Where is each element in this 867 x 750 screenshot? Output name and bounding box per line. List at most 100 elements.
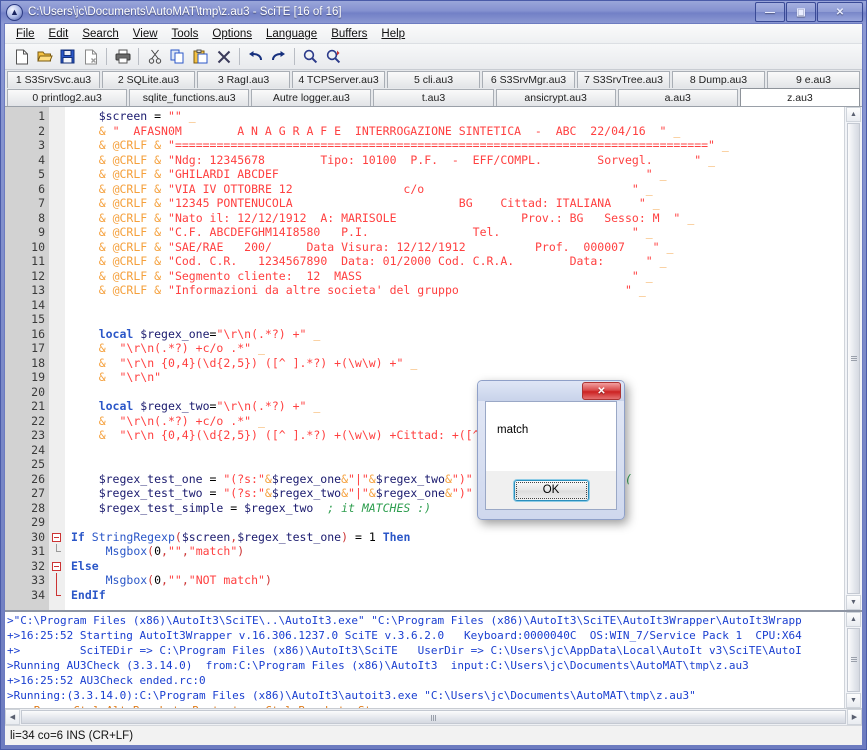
hscroll-thumb[interactable] [21, 710, 846, 724]
code-line[interactable]: $screen = "" _ [71, 109, 844, 124]
code-line[interactable] [71, 443, 844, 458]
code-line[interactable]: & @CRLF & "Segmento cliente: 12 MASS " _ [71, 269, 844, 284]
hscroll-left-arrow[interactable]: ◀ [5, 709, 20, 725]
tab-cli[interactable]: 5 cli.au3 [387, 71, 480, 88]
copy-icon[interactable] [166, 46, 189, 67]
code-line[interactable]: local $regex_one="\r\n(.*?) +" _ [71, 327, 844, 342]
tab-sqlite-functions[interactable]: sqlite_functions.au3 [129, 89, 250, 106]
fold-toggle-icon[interactable] [52, 561, 61, 571]
fold-row [49, 370, 65, 385]
new-file-icon[interactable] [10, 46, 33, 67]
output-vertical-scrollbar[interactable]: ▲ ▼ [844, 612, 862, 708]
tab-e[interactable]: 9 e.au3 [767, 71, 860, 88]
hscroll-right-arrow[interactable]: ▶ [847, 709, 862, 725]
code-line[interactable]: $regex_test_simple = $regex_two ; it MAT… [71, 501, 844, 516]
output-text[interactable]: >"C:\Program Files (x86)\AutoIt3\SciTE\.… [5, 612, 844, 708]
code-line[interactable]: $regex_test_two = "(?s:"&$regex_two&"|"&… [71, 486, 844, 501]
code-line[interactable]: & @CRLF & "C.F. ABCDEFGHM14I8580 P.I. Te… [71, 225, 844, 240]
code-line[interactable]: $regex_test_one = "(?s:"&$regex_one&"|"&… [71, 472, 844, 487]
redo-icon[interactable] [267, 46, 290, 67]
scroll-down-arrow[interactable]: ▼ [846, 595, 861, 610]
tab-z[interactable]: z.au3 [739, 88, 860, 106]
code-line[interactable]: & @CRLF & "=============================… [71, 138, 844, 153]
code-line[interactable]: & "\r\n {0,4}(\d{2,5}) ([^ ].*?) +(\w\w)… [71, 356, 844, 371]
code-line[interactable]: & @CRLF & "GHILARDI ABCDEF " _ [71, 167, 844, 182]
message-box-ok-button[interactable]: OK [513, 479, 589, 501]
scroll-up-arrow[interactable]: ▲ [846, 107, 861, 122]
minimize-button[interactable]: — [755, 2, 785, 22]
line-number: 24 [31, 442, 45, 457]
maximize-button[interactable]: ▣ [786, 2, 816, 22]
menu-view[interactable]: View [126, 26, 165, 42]
code-text[interactable]: $screen = "" _ & " AFASN0M A N A G R A F… [65, 107, 844, 610]
fold-margin[interactable] [49, 107, 65, 610]
menu-language[interactable]: Language [259, 26, 324, 42]
replace-icon[interactable] [322, 46, 345, 67]
menu-edit[interactable]: Edit [42, 26, 76, 42]
message-box-dialog[interactable]: ✕ match OK [477, 380, 625, 520]
tab-ragi[interactable]: 3 RagI.au3 [197, 71, 290, 88]
close-button[interactable]: ✕ [817, 2, 863, 22]
find-icon[interactable] [299, 46, 322, 67]
code-line[interactable] [71, 515, 844, 530]
code-line[interactable]: Else [71, 559, 844, 574]
cut-icon[interactable] [143, 46, 166, 67]
tab-s3srvtree[interactable]: 7 S3SrvTree.au3 [577, 71, 670, 88]
tab-t[interactable]: t.au3 [373, 89, 494, 106]
code-line[interactable]: & @CRLF & "Informazioni da altre societa… [71, 283, 844, 298]
code-line[interactable]: & "\r\n(.*?) +c/o .*" _ [71, 414, 844, 429]
code-line[interactable]: EndIf [71, 588, 844, 603]
tab-s3srvsvc[interactable]: 1 S3SrvSvc.au3 [7, 71, 100, 88]
code-line[interactable]: & @CRLF & "Ndg: 12345678 Tipo: 10100 P.F… [71, 153, 844, 168]
editor-vertical-scrollbar[interactable]: ▲ ▼ [844, 107, 862, 610]
code-line[interactable]: & @CRLF & "Cod. C.R. 1234567890 Data: 01… [71, 254, 844, 269]
code-line[interactable]: & "\r\n(.*?) +c/o .*" _ [71, 341, 844, 356]
open-file-icon[interactable] [33, 46, 56, 67]
scroll-thumb[interactable] [847, 123, 860, 594]
code-line[interactable]: If StringRegexp($screen,$regex_test_one)… [71, 530, 844, 545]
output-scroll-thumb[interactable] [847, 628, 860, 692]
menu-options[interactable]: Options [205, 26, 259, 42]
menu-buffers[interactable]: Buffers [324, 26, 374, 42]
code-line[interactable]: & @CRLF & "VIA IV OTTOBRE 12 c/o " _ [71, 182, 844, 197]
tab-autre-logger[interactable]: Autre logger.au3 [251, 89, 372, 106]
delete-icon[interactable] [212, 46, 235, 67]
menu-search[interactable]: Search [75, 26, 125, 42]
code-line[interactable]: Msgbox(0,"","match") [71, 544, 844, 559]
output-horizontal-scrollbar[interactable]: ◀ ▶ [5, 708, 862, 725]
tab-ansicrypt[interactable]: ansicrypt.au3 [495, 89, 616, 106]
fold-toggle-icon[interactable] [52, 532, 61, 542]
code-line[interactable]: & "\r\n {0,4}(\d{2,5}) ([^ ].*?) +(\w\w)… [71, 428, 844, 443]
print-icon[interactable] [111, 46, 134, 67]
code-line[interactable]: local $regex_two="\r\n(.*?) +" _ [71, 399, 844, 414]
tab-sqlite[interactable]: 2 SQLite.au3 [102, 71, 195, 88]
code-line[interactable] [71, 457, 844, 472]
status-bar-text: li=34 co=6 INS (CR+LF) [10, 729, 134, 742]
paste-icon[interactable] [189, 46, 212, 67]
message-box-close-button[interactable]: ✕ [582, 382, 621, 400]
tab-printlog2[interactable]: 0 printlog2.au3 [7, 89, 128, 106]
code-line[interactable] [71, 385, 844, 400]
code-line[interactable] [71, 312, 844, 327]
tab-a[interactable]: a.au3 [617, 89, 738, 106]
menu-file[interactable]: File [9, 26, 42, 42]
code-line[interactable] [71, 298, 844, 313]
menu-tools[interactable]: Tools [165, 26, 206, 42]
tab-s3srvmgr[interactable]: 6 S3SrvMgr.au3 [482, 71, 575, 88]
code-line[interactable]: & " AFASN0M A N A G R A F E INTERROGAZIO… [71, 124, 844, 139]
save-file-icon[interactable] [56, 46, 79, 67]
menu-help[interactable]: Help [374, 26, 412, 42]
tab-dump[interactable]: 8 Dump.au3 [672, 71, 765, 88]
output-pane[interactable]: >"C:\Program Files (x86)\AutoIt3\SciTE\.… [5, 610, 862, 708]
code-line[interactable]: & @CRLF & "12345 PONTENUCOLA BG Cittad: … [71, 196, 844, 211]
undo-icon[interactable] [244, 46, 267, 67]
code-line[interactable]: & @CRLF & "SAE/RAE 200/ Data Visura: 12/… [71, 240, 844, 255]
code-line[interactable]: Msgbox(0,"","NOT match") [71, 573, 844, 588]
close-file-icon[interactable] [79, 46, 102, 67]
code-line[interactable]: & @CRLF & "Nato il: 12/12/1912 A: MARISO… [71, 211, 844, 226]
output-scroll-up-arrow[interactable]: ▲ [846, 612, 861, 627]
output-scroll-down-arrow[interactable]: ▼ [846, 693, 861, 708]
code-editor[interactable]: 1 2 3 4 5 6 7 8 9 10 11 12 13 14 15 16 17 18 19 20 21 22 23 24 2… [5, 107, 844, 610]
code-line[interactable]: & "\r\n" [71, 370, 844, 385]
tab-tcpserver[interactable]: 4 TCPServer.au3 [292, 71, 385, 88]
